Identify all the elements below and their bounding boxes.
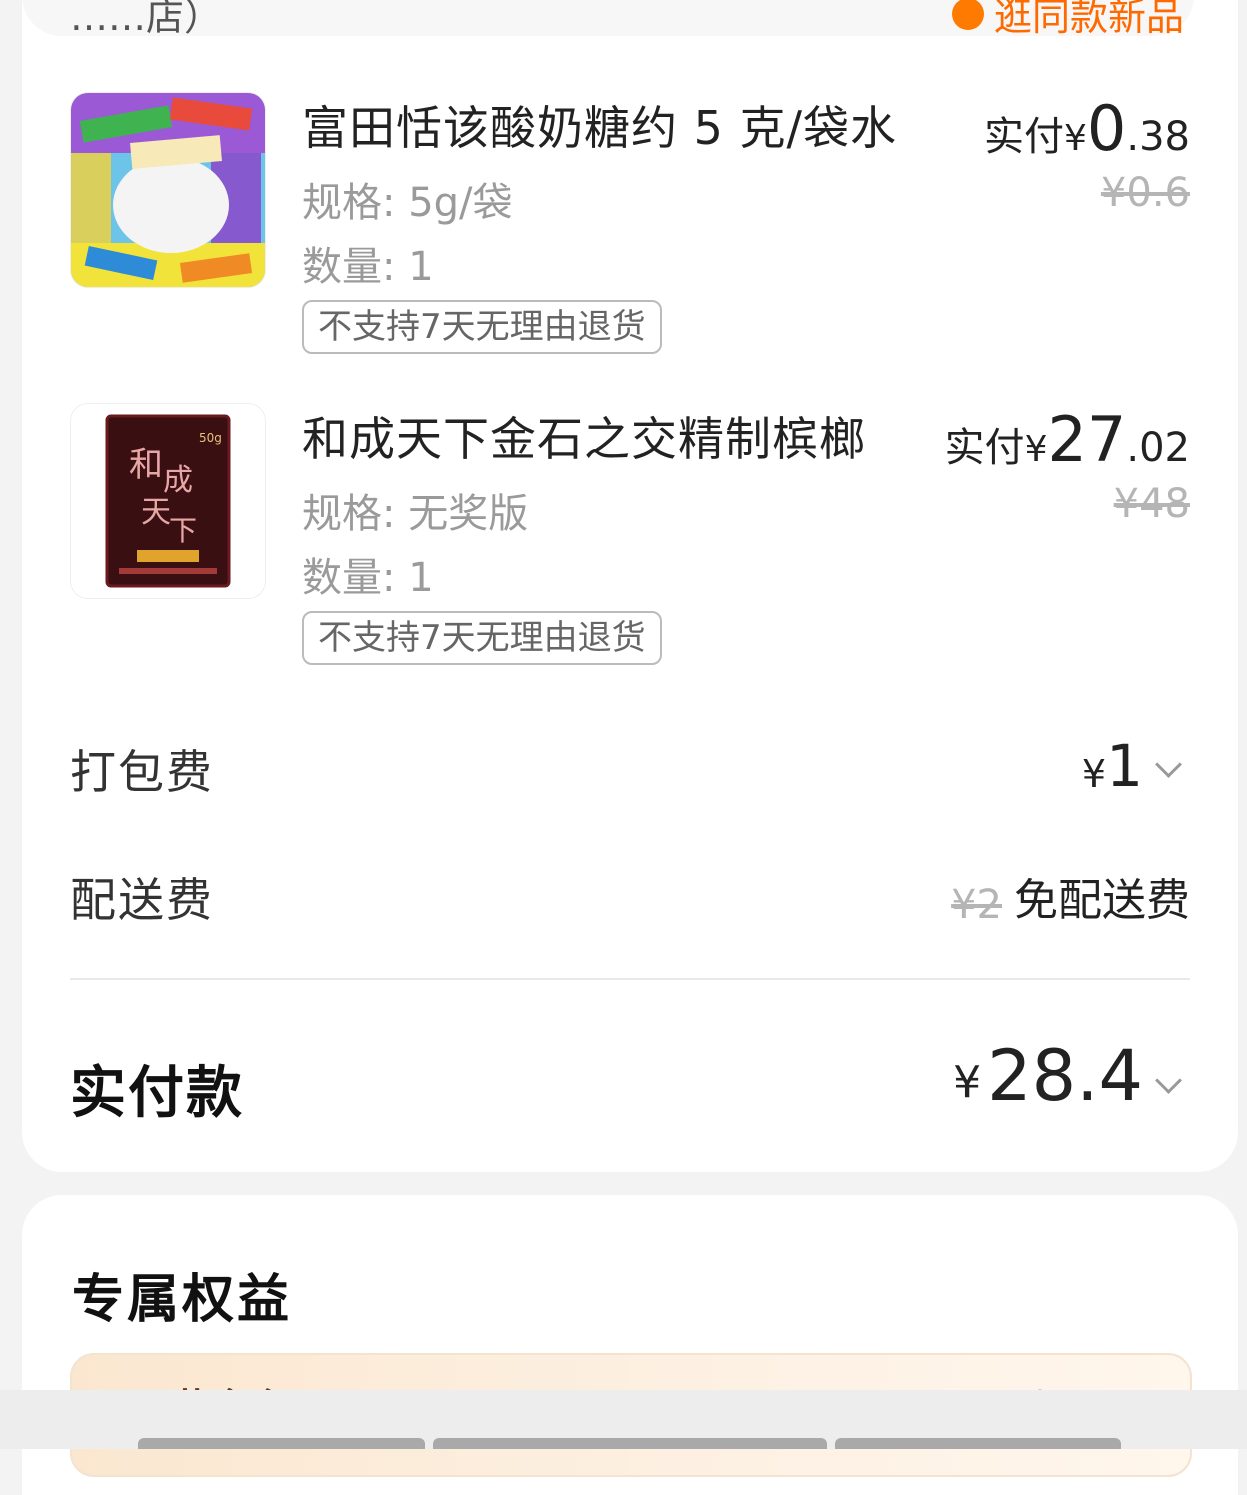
item-name[interactable]: 富田恬该酸奶糖约 5 克/袋水 xyxy=(302,92,902,158)
thumb-text: 和 xyxy=(129,445,163,485)
orange-dot-icon xyxy=(951,0,984,30)
item-spec: 规格: 5g/袋 xyxy=(302,180,513,226)
product-image-candy[interactable] xyxy=(70,92,266,288)
free-delivery-text: 免配送费 xyxy=(1014,875,1190,926)
delivery-fee-label: 配送费 xyxy=(70,873,214,927)
item-quantity: 数量: 1 xyxy=(302,555,434,601)
item-name[interactable]: 和成天下金石之交精制槟榔 xyxy=(302,403,902,469)
price-dec: .38 xyxy=(1126,114,1190,160)
svg-text:下: 下 xyxy=(169,514,197,547)
total-amount: 28.4 xyxy=(987,1035,1143,1117)
chevron-down-icon[interactable] xyxy=(1155,751,1182,778)
order-item[interactable]: 富田恬该酸奶糖约 5 克/袋水 规格: 5g/袋 数量: 1 不支持7天无理由退… xyxy=(70,92,1190,372)
total-row[interactable]: 实付款 ¥ 28.4 xyxy=(70,1040,1190,1126)
paid-label: 实付 xyxy=(984,114,1065,160)
currency: ¥ xyxy=(1081,752,1107,796)
packing-fee-amount: 1 xyxy=(1106,732,1143,800)
thumb-badge: 50g xyxy=(199,431,222,445)
divider xyxy=(70,978,1190,980)
currency: ¥ xyxy=(1064,118,1087,159)
benefits-card: 专属权益 黄金会员 去开通 xyxy=(22,1195,1238,1495)
item-paid-price: 实付¥27.02 xyxy=(945,403,1190,476)
product-image-betel-nut[interactable]: 和 成 天 下 50g xyxy=(70,403,266,599)
store-link-label: 逛同款新品 xyxy=(993,0,1184,39)
item-spec: 规格: 无奖版 xyxy=(302,491,529,537)
currency: ¥ xyxy=(1024,429,1048,470)
packing-fee-label: 打包费 xyxy=(70,745,214,799)
packing-fee-value[interactable]: ¥ 1 xyxy=(1082,736,1190,796)
item-original-price: ¥48 xyxy=(1113,481,1190,527)
bottom-button[interactable] xyxy=(138,1438,425,1449)
return-policy-tag: 不支持7天无理由退货 xyxy=(302,611,662,665)
bottom-action-bar xyxy=(0,1390,1247,1449)
paid-label: 实付 xyxy=(944,425,1025,471)
svg-text:天: 天 xyxy=(141,495,171,530)
item-quantity: 数量: 1 xyxy=(302,244,434,290)
bottom-button[interactable] xyxy=(835,1438,1121,1449)
order-item[interactable]: 和 成 天 下 50g 和成天下金石之交精制槟榔 规格: 无奖版 数量: 1 不… xyxy=(70,403,1190,683)
price-int: 0 xyxy=(1086,92,1127,165)
delivery-fee-row: 配送费 ¥2 免配送费 xyxy=(70,864,1190,934)
bottom-button[interactable] xyxy=(433,1438,827,1449)
delivery-fee-value: ¥2 免配送费 xyxy=(951,864,1190,928)
store-address: ……店） xyxy=(70,0,223,39)
packing-fee-row[interactable]: 打包费 ¥ 1 xyxy=(70,736,1190,806)
total-label: 实付款 xyxy=(70,1061,244,1126)
section-title: 专属权益 xyxy=(72,1270,293,1330)
currency: ¥ xyxy=(953,1057,982,1108)
item-original-price: ¥0.6 xyxy=(1100,170,1190,216)
return-policy-tag: 不支持7天无理由退货 xyxy=(302,300,662,354)
chevron-down-icon[interactable] xyxy=(1155,1067,1182,1094)
total-value[interactable]: ¥ 28.4 xyxy=(953,1040,1190,1112)
delivery-fee-original: ¥2 xyxy=(951,882,1002,928)
store-info-strip[interactable]: ……店） 逛同款新品 xyxy=(22,0,1194,39)
price-int: 27 xyxy=(1047,403,1127,476)
svg-text:成: 成 xyxy=(163,463,193,498)
item-paid-price: 实付¥0.38 xyxy=(984,92,1190,165)
price-dec: .02 xyxy=(1126,425,1190,471)
store-link[interactable]: 逛同款新品 xyxy=(951,0,1184,41)
